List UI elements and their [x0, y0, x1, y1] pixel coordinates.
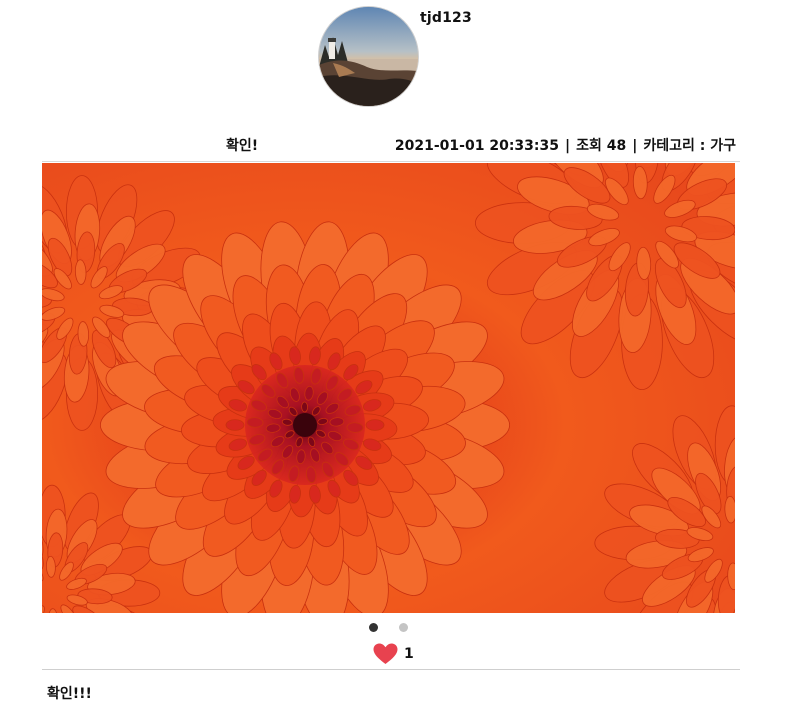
orange-chrysanthemum-photo [42, 163, 735, 613]
carousel-indicators [369, 623, 408, 632]
like-area: 1 [373, 643, 414, 665]
author-avatar[interactable] [319, 7, 418, 106]
carousel-dot-1[interactable] [369, 623, 378, 632]
carousel-dot-2[interactable] [399, 623, 408, 632]
content-divider [42, 669, 740, 670]
meta-separator: | [632, 138, 638, 154]
post-body: 확인!!! [47, 686, 92, 702]
post-meta: 2021-01-01 20:33:35 | 조회 48 | 카테고리 : 가구 [395, 135, 736, 155]
post-image-carousel[interactable] [42, 163, 735, 613]
header-divider [42, 161, 740, 162]
post-category: 카테고리 : 가구 [643, 138, 736, 154]
post-datetime: 2021-01-01 20:33:35 [394, 138, 559, 154]
author-username[interactable]: tjd123 [420, 10, 472, 26]
post-title: 확인! [226, 138, 259, 154]
meta-separator: | [564, 138, 571, 154]
heart-icon[interactable] [373, 643, 398, 665]
post-views: 조회 48 [576, 138, 627, 154]
like-count: 1 [404, 646, 414, 662]
lighthouse-landscape-avatar [319, 7, 418, 106]
